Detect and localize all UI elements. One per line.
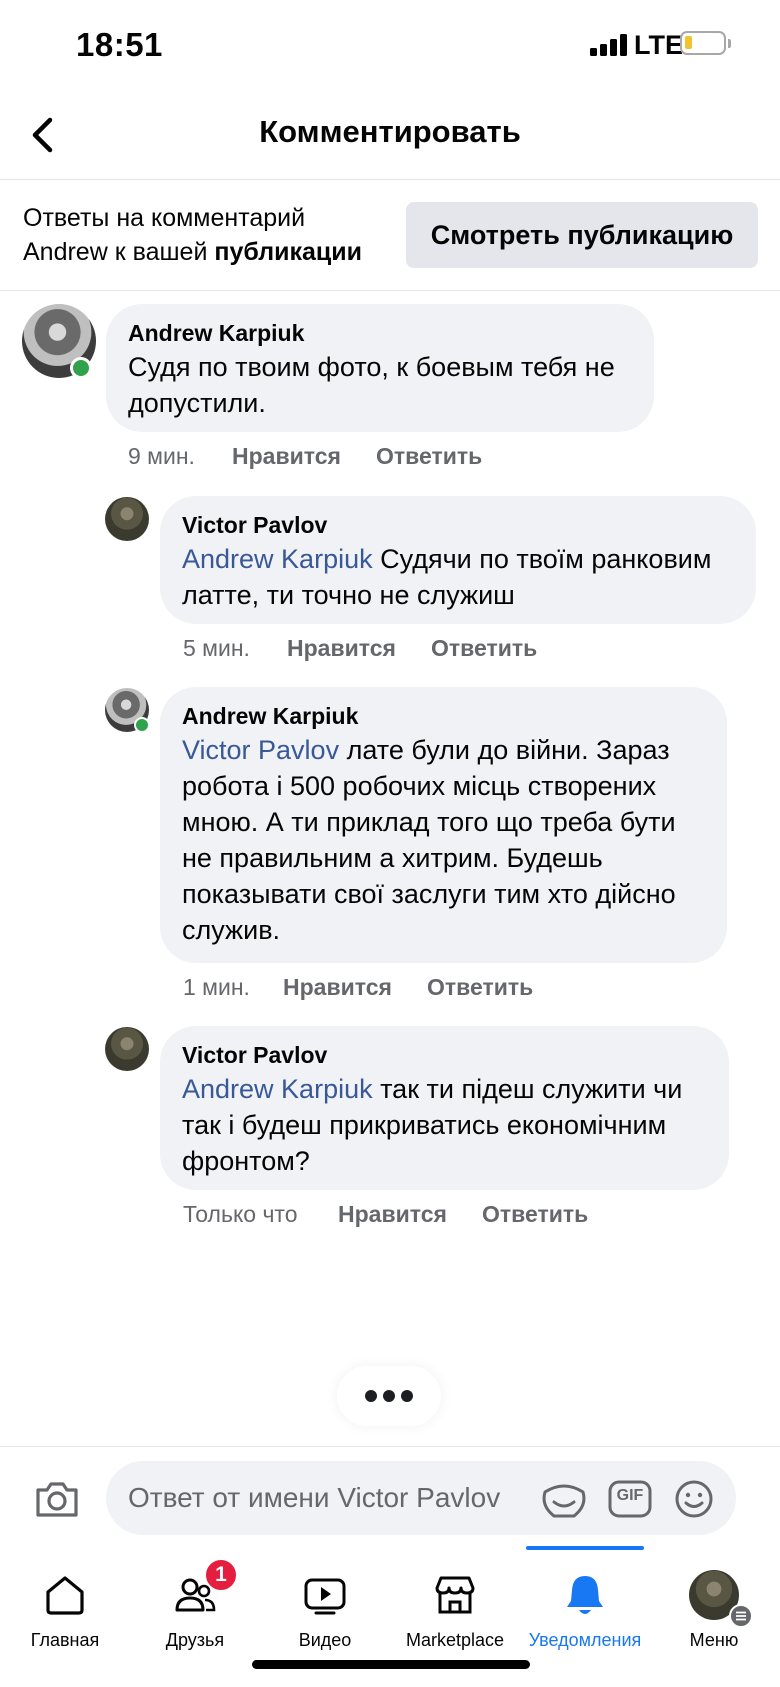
gif-button[interactable]: GIF (606, 1478, 654, 1520)
avatar[interactable] (105, 497, 149, 541)
emoji-icon (675, 1480, 713, 1518)
video-icon (304, 1578, 346, 1615)
avatar[interactable] (105, 1027, 149, 1071)
comment-actions: 5 мин. Нравится Ответить (183, 635, 537, 662)
comment-author[interactable]: Andrew Karpiuk (182, 700, 705, 732)
comment-bubble[interactable]: Victor Pavlov Andrew Karpiuk так ти піде… (160, 1026, 729, 1190)
comment-body: лате були до війни. Зараз робота і 500 р… (182, 735, 676, 945)
camera-icon (36, 1482, 78, 1517)
banner-line-1: Ответы на комментарий (23, 204, 306, 232)
comment-text: Andrew Karpiuk так ти підеш служити чи т… (182, 1071, 707, 1179)
comment: Andrew Karpiuk Victor Pavlov лате були д… (0, 685, 780, 1005)
reply-button[interactable]: Ответить (427, 974, 533, 1001)
notification-badge: 1 (204, 1558, 238, 1592)
active-tab-indicator (526, 1546, 644, 1550)
comment-actions: Только что Нравится Ответить (183, 1201, 588, 1228)
signal-icon (590, 32, 636, 56)
tab-label: Видео (298, 1630, 352, 1650)
marketplace-icon (435, 1576, 475, 1614)
like-button[interactable]: Нравится (287, 635, 431, 662)
comment-author[interactable]: Victor Pavlov (182, 509, 734, 541)
network-label: LTE (634, 30, 683, 60)
banner-line-2-plain: Andrew к вашей (23, 238, 215, 266)
bell-icon (567, 1576, 603, 1614)
battery-icon (680, 31, 726, 55)
mention-link[interactable]: Andrew Karpiuk (182, 544, 373, 574)
comment-actions: 9 мин. Нравится Ответить (128, 443, 482, 470)
tab-video[interactable]: Видео (260, 1564, 390, 1664)
comment: Victor Pavlov Andrew Karpiuk Судячи по т… (0, 494, 780, 664)
like-button[interactable]: Нравится (283, 974, 427, 1001)
tab-label: Главная (30, 1630, 100, 1650)
header: Комментировать (0, 92, 780, 180)
online-indicator (134, 717, 150, 733)
comment: Andrew Karpiuk Судя по твоим фото, к бое… (0, 300, 780, 480)
comment-text: Victor Pavlov лате були до війни. Зараз … (182, 732, 705, 948)
reply-input[interactable] (128, 1461, 528, 1535)
comment-time: 5 мин. (183, 635, 250, 661)
tab-notifications[interactable]: Уведомления (520, 1564, 650, 1664)
tab-friends[interactable]: 1 Друзья (130, 1558, 260, 1664)
comment-text: Andrew Karpiuk Судячи по твоїм ранковим … (182, 541, 734, 613)
comment-actions: 1 мин. Нравится Ответить (183, 974, 533, 1001)
tab-label: Уведомления (528, 1630, 642, 1650)
like-button[interactable]: Нравится (338, 1201, 482, 1228)
reply-context-banner: Ответы на комментарий Andrew к вашей пуб… (0, 181, 780, 291)
tab-home[interactable]: Главная (0, 1564, 130, 1664)
page-title: Комментировать (259, 114, 521, 149)
comment-time: 1 мин. (183, 974, 250, 1000)
battery-tip (728, 39, 731, 48)
tab-label: Меню (689, 1630, 739, 1650)
mention-link[interactable]: Andrew Karpiuk (182, 1074, 373, 1104)
camera-button[interactable] (34, 1479, 80, 1519)
reply-input-wrapper: GIF (106, 1461, 736, 1535)
sticker-icon (542, 1484, 586, 1518)
menu-lines-icon (729, 1604, 753, 1628)
comment: Victor Pavlov Andrew Karpiuk так ти піде… (0, 1024, 780, 1234)
comment-bubble[interactable]: Andrew Karpiuk Victor Pavlov лате були д… (160, 687, 727, 963)
reply-button[interactable]: Ответить (376, 443, 482, 470)
status-time: 18:51 (76, 26, 163, 63)
view-post-button[interactable]: Смотреть публикацию (406, 202, 758, 268)
mention-link[interactable]: Victor Pavlov (182, 735, 339, 765)
banner-line-2: Andrew к вашей публикации (23, 235, 362, 269)
home-icon (46, 1576, 84, 1615)
like-button[interactable]: Нравится (232, 443, 376, 470)
sticker-button[interactable] (540, 1478, 588, 1520)
tab-label: Marketplace (405, 1630, 505, 1650)
status-bar: 18:51 LTE (0, 0, 780, 90)
emoji-button[interactable] (670, 1478, 718, 1520)
more-options-icon[interactable] (337, 1366, 441, 1426)
banner-text: Ответы на комментарий Andrew к вашей пуб… (23, 201, 362, 269)
comment-author[interactable]: Victor Pavlov (182, 1039, 707, 1071)
reply-composer: GIF (0, 1446, 780, 1546)
comment-text: Судя по твоим фото, к боевым тебя не доп… (128, 352, 615, 418)
reply-button[interactable]: Ответить (431, 635, 537, 662)
banner-line-2-bold: публикации (214, 238, 362, 266)
comment-time: 9 мин. (128, 443, 195, 469)
online-indicator (70, 357, 92, 379)
tab-menu[interactable]: Меню (649, 1564, 779, 1664)
reply-button[interactable]: Ответить (482, 1201, 588, 1228)
comment-bubble[interactable]: Andrew Karpiuk Судя по твоим фото, к бое… (106, 304, 654, 432)
tab-label: Друзья (165, 1630, 225, 1650)
comment-bubble[interactable]: Victor Pavlov Andrew Karpiuk Судячи по т… (160, 496, 756, 624)
home-indicator (252, 1660, 530, 1669)
gif-label: GIF (616, 1487, 644, 1504)
tab-marketplace[interactable]: Marketplace (390, 1564, 520, 1664)
comment-author[interactable]: Andrew Karpiuk (128, 317, 632, 349)
comment-time: Только что (183, 1201, 298, 1227)
